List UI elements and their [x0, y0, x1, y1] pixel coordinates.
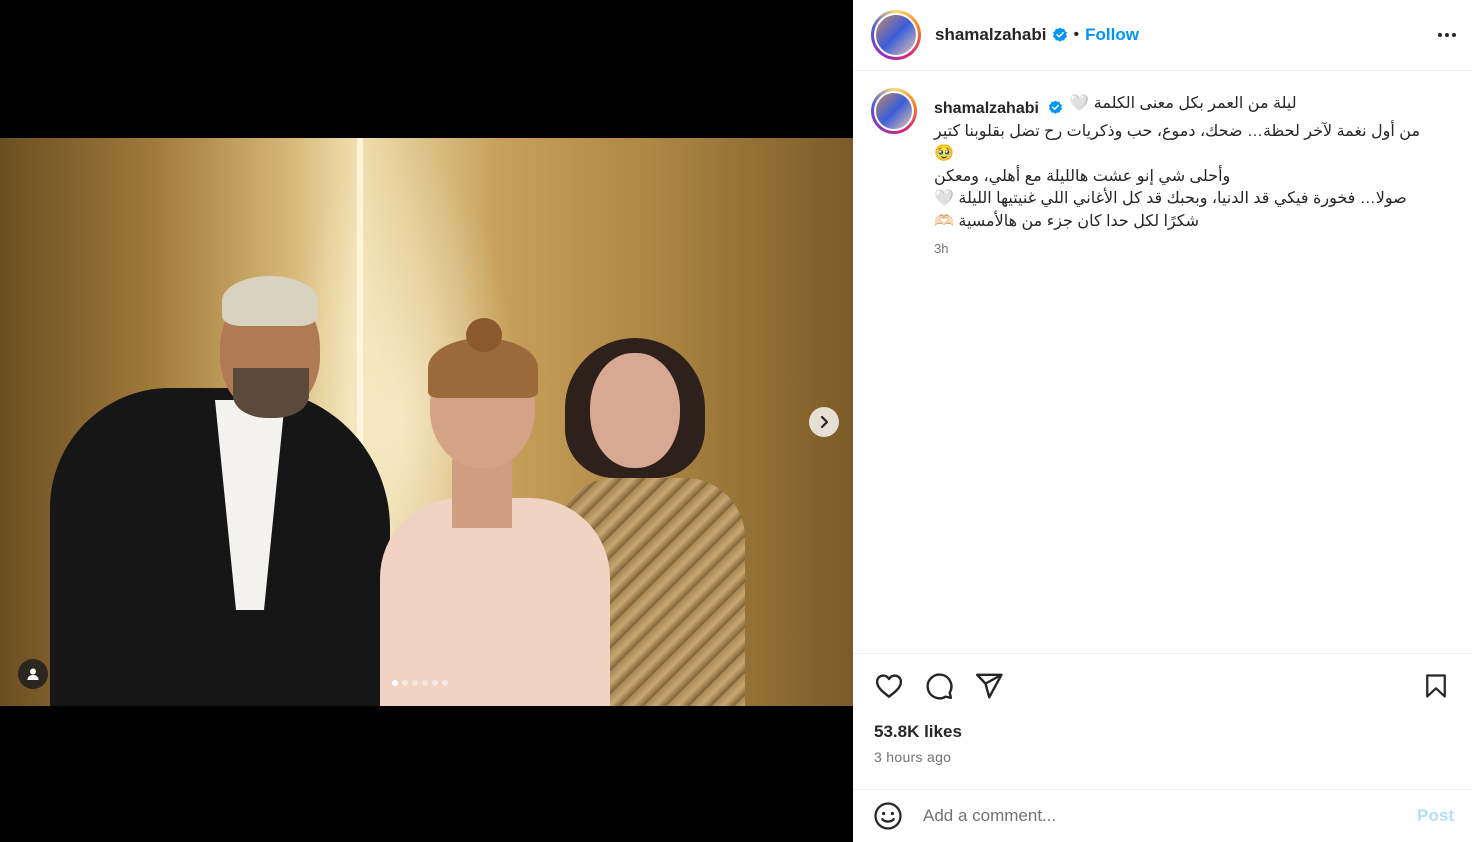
emoji-icon	[874, 802, 902, 830]
save-button[interactable]	[1420, 670, 1452, 702]
carousel-dot	[402, 680, 408, 686]
user-tag-icon	[27, 668, 39, 680]
caption-line: من أول نغمة لآخر لحظة… ضحك، دموع، حب وذك…	[934, 122, 1421, 163]
person-left-hair	[222, 276, 318, 326]
carousel-next-button[interactable]	[809, 407, 839, 437]
emoji-button[interactable]	[873, 801, 903, 831]
caption-line: صولا… فخورة فيكي قد الدنيا، وبحبك قد كل …	[934, 190, 1407, 207]
person-center-dress	[380, 498, 610, 706]
comment-bar: Post	[853, 789, 1472, 842]
carousel-dot	[392, 680, 398, 686]
post-details-panel: shamalzahabi • Follow shamalzahabi ليلة …	[853, 0, 1472, 842]
post-time: 3 hours ago	[874, 749, 952, 765]
follow-button[interactable]: Follow	[1085, 25, 1139, 45]
caption-timestamp[interactable]: 3h	[934, 241, 1434, 256]
comment-icon	[926, 672, 953, 699]
chevron-right-icon	[820, 415, 829, 429]
heart-icon	[875, 673, 903, 698]
carousel-dot	[432, 680, 438, 686]
verified-badge-icon	[1048, 100, 1063, 115]
carousel-dot	[422, 680, 428, 686]
comment-input[interactable]	[923, 806, 1418, 826]
caption-body: shamalzahabi ليلة من العمر بكل معنى الكل…	[934, 88, 1434, 256]
carousel-dot	[442, 680, 448, 686]
author-avatar[interactable]	[871, 10, 921, 60]
post-header: shamalzahabi • Follow	[853, 0, 1472, 71]
post-caption: shamalzahabi ليلة من العمر بكل معنى الكل…	[871, 88, 1461, 256]
caption-line: شكرًا لكل حدا كان جزء من هالأمسية 🫶🏻	[934, 212, 1200, 230]
action-bar	[853, 653, 1472, 717]
more-options-icon[interactable]	[1438, 33, 1456, 37]
carousel-indicator	[392, 680, 448, 686]
person-left-beard	[233, 368, 309, 418]
caption-author-avatar[interactable]	[871, 88, 917, 134]
post-photo[interactable]	[0, 138, 853, 706]
post-media	[0, 0, 853, 842]
person-center-bun	[466, 318, 502, 352]
share-icon	[975, 673, 1003, 698]
bookmark-icon	[1426, 673, 1446, 698]
author-username[interactable]: shamalzahabi	[935, 25, 1047, 45]
carousel-dot	[412, 680, 418, 686]
caption-line: وأحلى شي إنو عشت هالليلة مع أهلي، ومعكن	[934, 167, 1231, 185]
caption-username[interactable]: shamalzahabi	[934, 98, 1063, 121]
like-button[interactable]	[873, 670, 905, 702]
separator: •	[1073, 26, 1080, 43]
post-comment-button[interactable]: Post	[1417, 806, 1454, 826]
likes-count[interactable]: 53.8K likes	[874, 722, 962, 742]
share-button[interactable]	[973, 670, 1005, 702]
verified-badge-icon	[1052, 27, 1068, 43]
caption-text: shamalzahabi ليلة من العمر بكل معنى الكل…	[934, 93, 1434, 233]
comment-button[interactable]	[923, 670, 955, 702]
user-tags-button[interactable]	[18, 659, 48, 689]
person-right-face	[590, 353, 680, 468]
